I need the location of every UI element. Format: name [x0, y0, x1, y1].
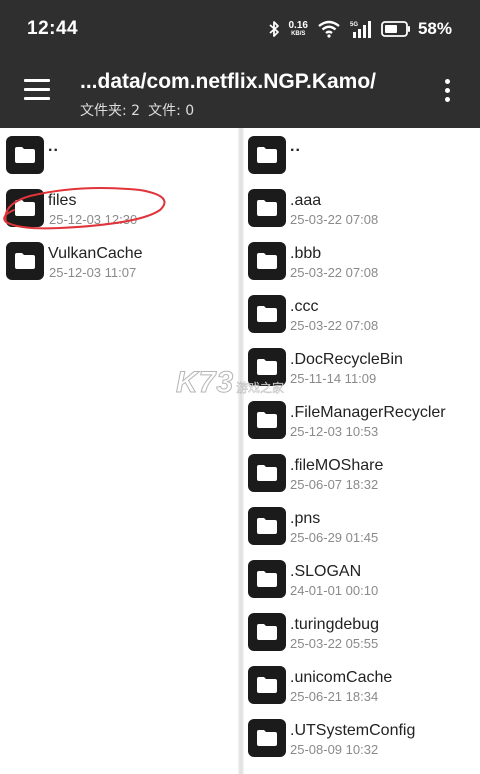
list-item[interactable]: .DocRecycleBin 25-11-14 11:09 — [244, 340, 480, 393]
item-name: .DocRecycleBin — [290, 351, 403, 368]
item-name: .FileManagerRecycler — [290, 404, 446, 421]
status-time: 12:44 — [27, 18, 79, 39]
item-name: .SLOGAN — [290, 563, 362, 580]
item-name: .ccc — [290, 298, 319, 315]
hamburger-menu-icon[interactable] — [24, 79, 50, 101]
folder-icon — [248, 560, 286, 598]
item-name: files — [48, 192, 77, 209]
folder-icon — [6, 136, 44, 174]
item-date: 25-03-22 07:08 — [290, 212, 379, 227]
item-date: 24-01-01 00:10 — [290, 583, 379, 598]
list-item[interactable]: .UTSystemConfig 25-08-09 10:32 — [244, 711, 480, 764]
item-name: .aaa — [290, 192, 322, 209]
list-item[interactable]: files 25-12-03 12:30 — [0, 181, 238, 234]
item-name: VulkanCache — [48, 245, 143, 262]
current-path-title: ...data/com.netflix.NGP.Kamo/ — [80, 70, 377, 93]
parent-directory-label: .. — [48, 138, 59, 155]
list-item[interactable]: .SLOGAN 24-01-01 00:10 — [244, 552, 480, 605]
list-item[interactable]: .fileMOShare 25-06-07 18:32 — [244, 446, 480, 499]
item-date: 25-12-03 11:07 — [49, 265, 137, 280]
bluetooth-icon — [268, 21, 279, 37]
list-item[interactable]: .bbb 25-03-22 07:08 — [244, 234, 480, 287]
parent-directory-label: .. — [290, 138, 301, 155]
item-date: 25-12-03 10:53 — [290, 424, 379, 439]
list-item[interactable]: .ccc 25-03-22 07:08 — [244, 287, 480, 340]
item-name: .unicomCache — [290, 669, 393, 686]
folder-icon — [248, 401, 286, 439]
svg-text:5G: 5G — [350, 22, 358, 28]
item-name: .pns — [290, 510, 321, 527]
item-date: 25-08-09 10:32 — [290, 742, 379, 757]
folder-icon — [248, 507, 286, 545]
app-bar: ...data/com.netflix.NGP.Kamo/ 文件夹: 2 文件: … — [0, 58, 480, 128]
item-date: 25-06-21 18:34 — [290, 689, 379, 704]
file-list: .aaa 25-03-22 07:08 .bbb 25-03-22 07:08 .ccc… — [244, 181, 480, 764]
folder-icon — [248, 189, 286, 227]
item-name: .bbb — [290, 245, 322, 262]
cellular-signal-icon: 5G — [350, 21, 371, 38]
item-date: 25-06-29 01:45 — [290, 530, 379, 545]
list-item[interactable]: .aaa 25-03-22 07:08 — [244, 181, 480, 234]
folder-count: 文件夹: 2 — [80, 103, 141, 119]
right-file-pane[interactable]: .. .aaa 25-03-22 07:08 .bbb 25-03-22 07:08.… — [244, 128, 480, 774]
item-date: 25-11-14 11:09 — [290, 371, 377, 386]
parent-directory-row[interactable]: .. — [244, 128, 480, 181]
battery-percent: 58% — [417, 19, 452, 38]
battery-icon — [381, 21, 410, 37]
item-name: .turingdebug — [290, 616, 379, 633]
status-bar: 12:44 0.16 KB/S 5G 58% — [0, 0, 480, 58]
list-item[interactable]: .unicomCache 25-06-21 18:34 — [244, 658, 480, 711]
item-date: 25-03-22 07:08 — [290, 318, 379, 333]
folder-icon — [248, 295, 286, 333]
folder-icon — [248, 242, 286, 280]
folder-icon — [248, 613, 286, 651]
item-date: 25-06-07 18:32 — [290, 477, 379, 492]
list-item[interactable]: .pns 25-06-29 01:45 — [244, 499, 480, 552]
more-vertical-icon[interactable] — [440, 78, 456, 104]
left-file-pane[interactable]: .. files 25-12-03 12:30 VulkanCache 25-1… — [0, 128, 238, 774]
item-counts: 文件夹: 2 文件: 0 — [80, 100, 194, 120]
list-item[interactable]: VulkanCache 25-12-03 11:07 — [0, 234, 238, 287]
item-name: .fileMOShare — [290, 457, 384, 474]
network-speed: 0.16 KB/S — [288, 20, 308, 38]
item-date: 25-03-22 07:08 — [290, 265, 379, 280]
folder-icon — [248, 666, 286, 704]
folder-icon — [6, 242, 44, 280]
folder-icon — [248, 136, 286, 174]
wifi-icon — [318, 20, 340, 38]
folder-icon — [248, 719, 286, 757]
item-date: 25-12-03 12:30 — [49, 212, 138, 227]
list-item[interactable]: .FileManagerRecycler 25-12-03 10:53 — [244, 393, 480, 446]
item-date: 25-03-22 05:55 — [290, 636, 379, 651]
parent-directory-row[interactable]: .. — [0, 128, 238, 181]
folder-icon — [248, 454, 286, 492]
folder-icon — [248, 348, 286, 386]
item-name: .UTSystemConfig — [290, 722, 416, 739]
list-item[interactable]: .turingdebug 25-03-22 05:55 — [244, 605, 480, 658]
folder-icon — [6, 189, 44, 227]
file-count: 文件: 0 — [148, 103, 195, 119]
status-icons: 0.16 KB/S 5G 58% — [268, 19, 452, 39]
